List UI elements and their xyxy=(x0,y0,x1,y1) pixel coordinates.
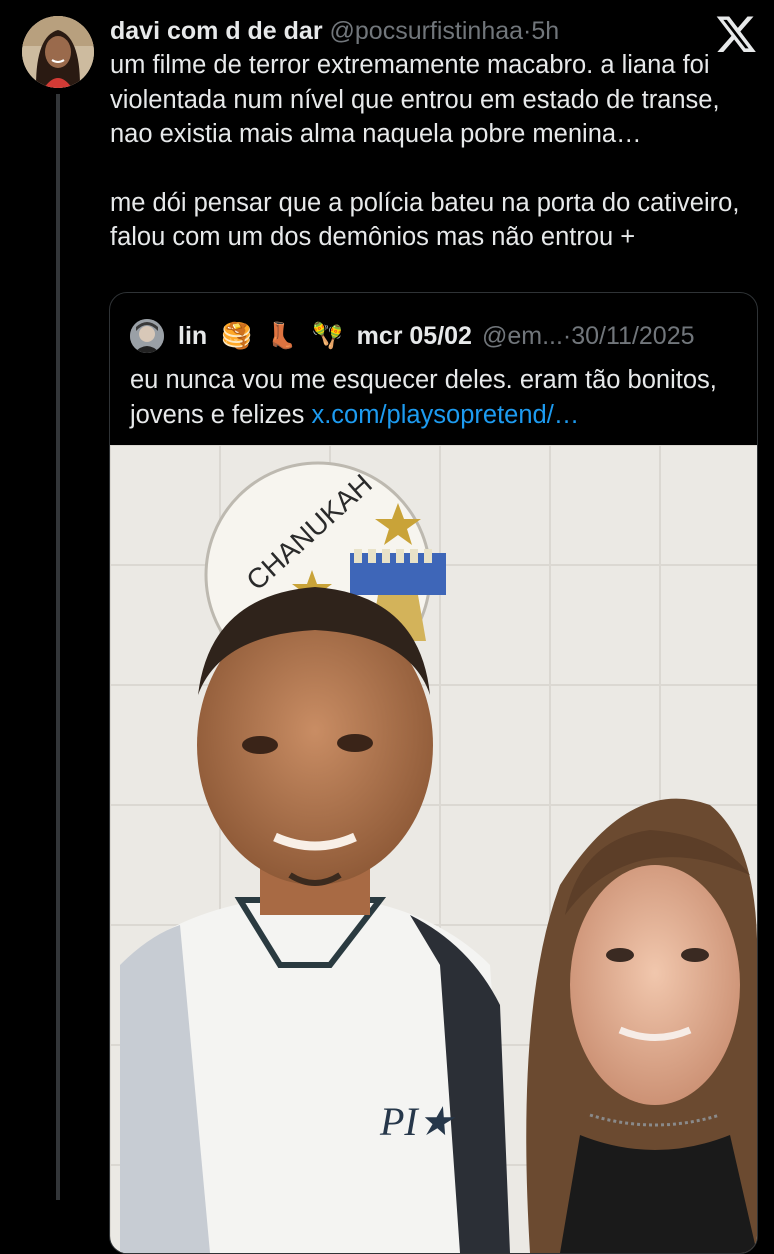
post-time[interactable]: 5h xyxy=(531,17,559,45)
quoted-post[interactable]: lin 🥞 👢 🪇 mcr 05/02 @em... · 30/11/2025 eu… xyxy=(109,292,758,1254)
shirt-text: PI★ xyxy=(379,1099,456,1144)
post-body: um filme de terror extremamente macabro.… xyxy=(110,48,760,255)
author-avatar[interactable] xyxy=(22,16,94,88)
post-paragraph: um filme de terror extremamente macabro.… xyxy=(110,51,720,148)
separator-dot: · xyxy=(562,322,572,350)
quoted-post-header: lin 🥞 👢 🪇 mcr 05/02 @em... · 30/11/2025 xyxy=(130,319,695,353)
pancakes-emoji-icon: 🥞 xyxy=(221,322,253,350)
quoted-author-handle[interactable]: @em... xyxy=(482,319,563,353)
post-header: davi com d de dar @pocsurfistinhaa·5h xyxy=(110,14,559,48)
author-name[interactable]: davi com d de dar xyxy=(110,17,323,45)
quoted-post-link[interactable]: x.com/playsopretend/… xyxy=(311,401,579,429)
quoted-author-name-suffix[interactable]: mcr 05/02 xyxy=(357,319,472,353)
quoted-author-avatar[interactable] xyxy=(130,319,164,353)
maracas-emoji-icon: 🪇 xyxy=(311,322,343,350)
quoted-author-name[interactable]: lin xyxy=(178,319,207,353)
quoted-post-body: eu nunca vou me esquecer deles. eram tão… xyxy=(130,363,740,432)
author-handle[interactable]: @pocsurfistinhaa xyxy=(330,17,524,45)
quoted-post-date[interactable]: 30/11/2025 xyxy=(571,319,694,353)
post-paragraph: me dói pensar que a polícia bateu na por… xyxy=(110,188,740,252)
boot-emoji-icon: 👢 xyxy=(266,322,298,350)
thread-line xyxy=(56,94,60,1200)
post-photo[interactable]: CHANUKAH PI★ xyxy=(110,445,757,1253)
